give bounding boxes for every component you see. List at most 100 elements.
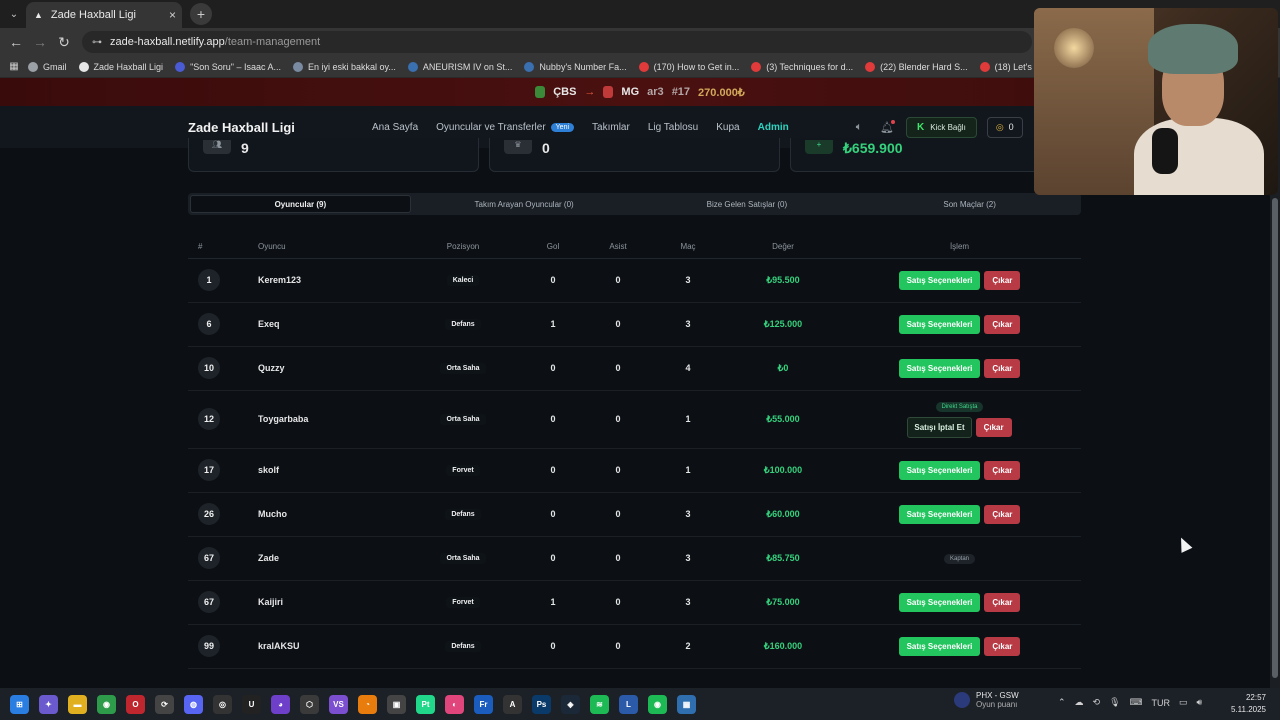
tab-close-icon[interactable]: × — [169, 8, 176, 22]
nav-teams[interactable]: Takımlar — [592, 122, 630, 133]
remove-button[interactable]: Çıkar — [984, 636, 1021, 656]
volume-icon[interactable]: 🔊︎ — [1197, 697, 1203, 708]
tab-item[interactable]: Oyuncular (9) — [190, 195, 411, 213]
bell-icon[interactable]: 🔔︎ — [878, 119, 896, 134]
kick-connection-button[interactable]: K Kick Bağlı — [906, 116, 977, 138]
visual-studio-icon[interactable]: VS — [329, 694, 348, 714]
windows-start-icon[interactable]: ⊞ — [10, 694, 29, 714]
system-clock[interactable]: 22:57 5.11.2025 — [1231, 692, 1266, 716]
player-name[interactable]: Quzzy — [258, 363, 285, 373]
reload-icon[interactable]: ↻ — [52, 34, 76, 51]
remove-button[interactable]: Çıkar — [984, 358, 1021, 378]
sell-options-button[interactable]: Satış Seçenekleri — [898, 460, 981, 480]
browser-tab[interactable]: ▲ Zade Haxball Ligi × — [26, 2, 182, 28]
onedrive-icon[interactable]: ☁︎ — [1075, 697, 1084, 708]
remove-button[interactable]: Çıkar — [984, 270, 1021, 290]
sell-options-button[interactable]: Satış Seçenekleri — [898, 314, 981, 334]
url-bar[interactable]: ⊶ zade-haxball.netlify.app/team-manageme… — [82, 31, 1032, 53]
player-name[interactable]: Exeq — [258, 319, 280, 329]
bookmark-label: Nubby's Number Fa... — [539, 61, 627, 72]
market-value: ₺125.000 — [763, 318, 803, 329]
bookmark-item[interactable]: ANEURISM IV on St... — [407, 61, 512, 72]
unity-icon[interactable]: ⬡ — [300, 694, 319, 714]
sell-options-button[interactable]: Satış Seçenekleri — [898, 270, 981, 290]
fresco-icon[interactable]: Fr — [474, 694, 493, 714]
blender-icon[interactable]: ◔ — [358, 694, 377, 714]
bookmark-item[interactable]: "Son Soru" – Isaac A... — [175, 61, 281, 72]
tab-item[interactable]: Takım Arayan Oyuncular (0) — [415, 195, 634, 213]
player-name[interactable]: Kaijiri — [258, 597, 283, 607]
page-scrollbar-thumb[interactable] — [1272, 198, 1278, 678]
remove-button[interactable]: Çıkar — [984, 460, 1021, 480]
nav-home[interactable]: Ana Sayfa — [372, 122, 418, 133]
apps-grid-icon[interactable]: ▦ — [0, 61, 28, 72]
keyboard-icon[interactable]: ⌨︎ — [1130, 697, 1143, 708]
remove-button[interactable]: Çıkar — [984, 314, 1021, 334]
coins-button[interactable]: ◎ 0 — [986, 116, 1023, 138]
copilot-icon[interactable]: ✦ — [39, 694, 58, 714]
bookmark-item[interactable]: Zade Haxball Ligi — [78, 61, 163, 72]
inkscape-icon[interactable]: A — [503, 694, 522, 714]
back-arrow-icon[interactable]: ← — [4, 34, 28, 50]
game-widget[interactable]: PHX - GSW Oyun puanı — [954, 691, 1019, 709]
sell-options-button[interactable]: Satış Seçenekleri — [898, 636, 981, 656]
pycharm-icon[interactable]: Pt — [416, 694, 435, 714]
sound-icon[interactable]: 🔈︎ — [850, 121, 868, 134]
player-name[interactable]: skolf — [258, 465, 279, 475]
chrome-icon[interactable]: ◉ — [97, 694, 116, 714]
microphone-icon[interactable]: 🎙︎ — [1109, 697, 1120, 708]
tab-item[interactable]: Bize Gelen Satışlar (0) — [638, 195, 857, 213]
sell-options-button[interactable]: Satış Seçenekleri — [898, 358, 981, 378]
bookmark-item[interactable]: Gmail — [28, 61, 67, 72]
goals-value: 0 — [550, 363, 556, 373]
forward-arrow-icon[interactable]: → — [28, 34, 52, 50]
unreal-icon[interactable]: U — [242, 694, 261, 714]
bookmark-item[interactable]: (170) How to Get in... — [638, 61, 739, 72]
steam-link-icon[interactable]: ⟳ — [155, 694, 174, 714]
nav-players-transfers[interactable]: Oyuncular ve Transferler Yeni — [436, 122, 575, 133]
tab-item[interactable]: Son Maçlar (2) — [860, 195, 1079, 213]
notes-icon[interactable]: ▣ — [387, 694, 406, 714]
player-name[interactable]: Zade — [258, 553, 279, 563]
bookmark-item[interactable]: En iyi eski bakkal oy... — [293, 61, 396, 72]
player-name[interactable]: Mucho — [258, 509, 287, 519]
nav-league-table[interactable]: Lig Tablosu — [648, 122, 698, 133]
photoshop-icon[interactable]: Ps — [532, 694, 551, 714]
cancel-sale-button[interactable]: Satışı İptal Et — [907, 417, 972, 438]
spotify-alt-icon[interactable]: ◉ — [648, 694, 667, 714]
store-icon[interactable]: L — [619, 694, 638, 714]
bookmark-item[interactable]: (22) Blender Hard S... — [865, 61, 968, 72]
remove-button[interactable]: Çıkar — [984, 592, 1021, 612]
site-info-icon[interactable]: ⊶ — [92, 37, 102, 48]
bookmark-item[interactable]: (3) Techniques for d... — [751, 61, 853, 72]
discord-icon[interactable]: ◍ — [184, 694, 203, 714]
sell-options-button[interactable]: Satış Seçenekleri — [898, 504, 981, 524]
obs-icon[interactable]: ◎ — [213, 694, 232, 714]
nav-admin[interactable]: Admin — [758, 122, 789, 133]
bookmark-favicon-icon — [293, 61, 304, 72]
player-name[interactable]: kralAKSU — [258, 641, 300, 651]
bookmark-favicon-icon — [175, 61, 186, 72]
player-name[interactable]: Kerem123 — [258, 275, 301, 285]
remove-button[interactable]: Çıkar — [975, 418, 1012, 437]
photos-icon[interactable]: ◐ — [445, 694, 464, 714]
display-icon[interactable]: ▭ — [1179, 697, 1188, 708]
sync-icon[interactable]: ⟲ — [1093, 697, 1101, 708]
nav-cup[interactable]: Kupa — [716, 122, 739, 133]
tab-list-chevron-icon[interactable]: ⌄ — [2, 2, 26, 26]
language-indicator[interactable]: TUR — [1152, 698, 1171, 708]
steam-icon[interactable]: ◈ — [561, 694, 580, 714]
bookmark-item[interactable]: Nubby's Number Fa... — [524, 61, 627, 72]
sell-options-button[interactable]: Satış Seçenekleri — [898, 592, 981, 612]
remove-button[interactable]: Çıkar — [984, 504, 1021, 524]
site-logo[interactable]: Zade Haxball Ligi — [188, 120, 295, 135]
spotify-icon[interactable]: ≋ — [590, 694, 609, 714]
new-tab-button[interactable]: + — [190, 3, 212, 25]
file-explorer-icon[interactable]: ▬ — [68, 694, 87, 714]
player-name[interactable]: Toygarbaba — [258, 414, 308, 424]
tray-chevron-icon[interactable]: ⌃ — [1058, 697, 1066, 708]
calculator-icon[interactable]: ▦ — [677, 694, 696, 714]
table-row: 17 skolf Forvet 0 0 1 ₺100.000 Satış Seçenekler… — [188, 448, 1081, 493]
opera-icon[interactable]: O — [126, 694, 145, 714]
github-icon[interactable]: ◕ — [271, 694, 290, 714]
